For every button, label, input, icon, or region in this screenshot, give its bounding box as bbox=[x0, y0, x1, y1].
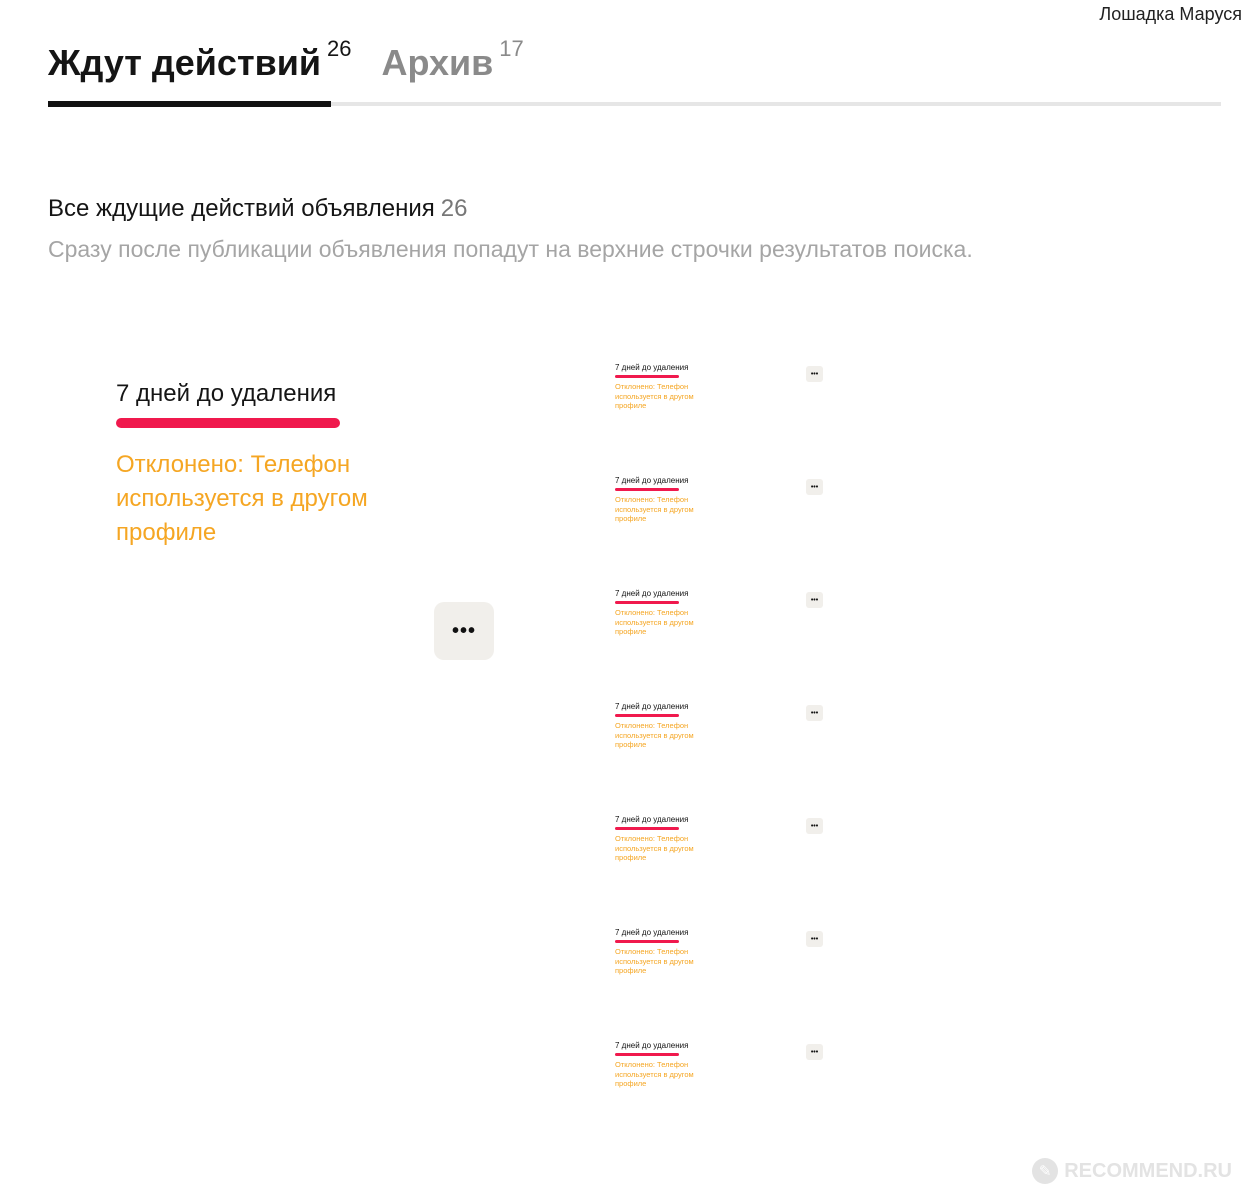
ad-list-item[interactable]: 7 дней до удаления Отклонено: Телефон исп… bbox=[615, 1041, 835, 1154]
ad-menu-button[interactable]: ••• bbox=[806, 479, 823, 495]
rejection-reason: Отклонено: Телефон используется в другом… bbox=[615, 834, 694, 862]
rejection-reason: Отклонено: Телефон используется в другом… bbox=[615, 947, 694, 975]
ad-list: 7 дней до удаления Отклонено: Телефон исп… bbox=[615, 363, 835, 1154]
tabs: Ждут действий 26 Архив 17 bbox=[48, 30, 554, 88]
ad-menu-button[interactable]: ••• bbox=[806, 705, 823, 721]
deletion-status: 7 дней до удаления bbox=[615, 815, 689, 824]
tab-waiting-actions[interactable]: Ждут действий 26 bbox=[48, 30, 351, 88]
deletion-status: 7 дней до удаления bbox=[615, 928, 689, 937]
ad-list-item[interactable]: 7 дней до удаления Отклонено: Телефон исп… bbox=[615, 815, 835, 928]
rejection-reason: Отклонено: Телефон используется в другом… bbox=[615, 1060, 694, 1088]
recommend-logo-icon: ✎ bbox=[1032, 1158, 1059, 1184]
ad-menu-button[interactable]: ••• bbox=[806, 592, 823, 608]
deletion-progress-bar bbox=[615, 375, 679, 378]
deletion-progress-bar bbox=[615, 940, 679, 943]
deletion-status: 7 дней до удаления bbox=[615, 1041, 689, 1050]
section-title: Все ждущие действий объявления 26 bbox=[48, 195, 467, 223]
deletion-progress-bar bbox=[615, 488, 679, 491]
deletion-progress-bar bbox=[615, 714, 679, 717]
ad-card[interactable]: 7 дней до удаления Отклонено: Телефон ис… bbox=[116, 380, 506, 550]
ad-menu-button[interactable]: ••• bbox=[434, 602, 494, 660]
rejection-reason: Отклонено: Телефон используется в другом… bbox=[615, 608, 694, 636]
rejection-reason: Отклонено: Телефон используется в другом… bbox=[615, 721, 694, 749]
tab-count: 17 bbox=[499, 36, 524, 61]
ad-list-item[interactable]: 7 дней до удаления Отклонено: Телефон исп… bbox=[615, 589, 835, 702]
deletion-progress-bar bbox=[116, 418, 340, 428]
deletion-progress-bar bbox=[615, 827, 679, 830]
ad-menu-button[interactable]: ••• bbox=[806, 818, 823, 834]
tab-archive[interactable]: Архив 17 bbox=[381, 30, 523, 88]
tab-label: Архив bbox=[381, 42, 494, 83]
recommend-watermark: ✎ RECOMMEND.RU bbox=[1032, 1158, 1232, 1184]
deletion-status: 7 дней до удаления bbox=[116, 380, 337, 407]
tab-count: 26 bbox=[326, 36, 352, 61]
deletion-status: 7 дней до удаления bbox=[615, 363, 689, 372]
deletion-status: 7 дней до удаления bbox=[615, 476, 689, 485]
ad-menu-button[interactable]: ••• bbox=[806, 931, 823, 947]
section-title-text: Все ждущие действий объявления bbox=[48, 195, 435, 222]
rejection-reason: Отклонено: Телефон используется в другом… bbox=[116, 451, 368, 546]
rejection-reason: Отклонено: Телефон используется в другом… bbox=[615, 382, 694, 410]
deletion-progress-bar bbox=[615, 1053, 679, 1056]
tab-label: Ждут действий bbox=[48, 42, 321, 83]
rejection-reason: Отклонено: Телефон используется в другом… bbox=[615, 495, 694, 523]
ad-list-item[interactable]: 7 дней до удаления Отклонено: Телефон исп… bbox=[615, 928, 835, 1041]
ad-menu-button[interactable]: ••• bbox=[806, 366, 823, 382]
ad-menu-button[interactable]: ••• bbox=[806, 1044, 823, 1060]
deletion-status: 7 дней до удаления bbox=[615, 589, 689, 598]
deletion-progress-bar bbox=[615, 601, 679, 604]
ad-list-item[interactable]: 7 дней до удаления Отклонено: Телефон исп… bbox=[615, 363, 835, 476]
section-subtitle: Сразу после публикации объявления попаду… bbox=[48, 236, 973, 262]
section-count: 26 bbox=[440, 195, 468, 222]
deletion-status: 7 дней до удаления bbox=[615, 702, 689, 711]
active-tab-indicator bbox=[48, 101, 331, 107]
ad-list-item[interactable]: 7 дней до удаления Отклонено: Телефон исп… bbox=[615, 702, 835, 815]
username-label: Лошадка Маруся bbox=[1099, 4, 1242, 24]
watermark-text: RECOMMEND.RU bbox=[1064, 1159, 1232, 1182]
ad-list-item[interactable]: 7 дней до удаления Отклонено: Телефон исп… bbox=[615, 476, 835, 589]
